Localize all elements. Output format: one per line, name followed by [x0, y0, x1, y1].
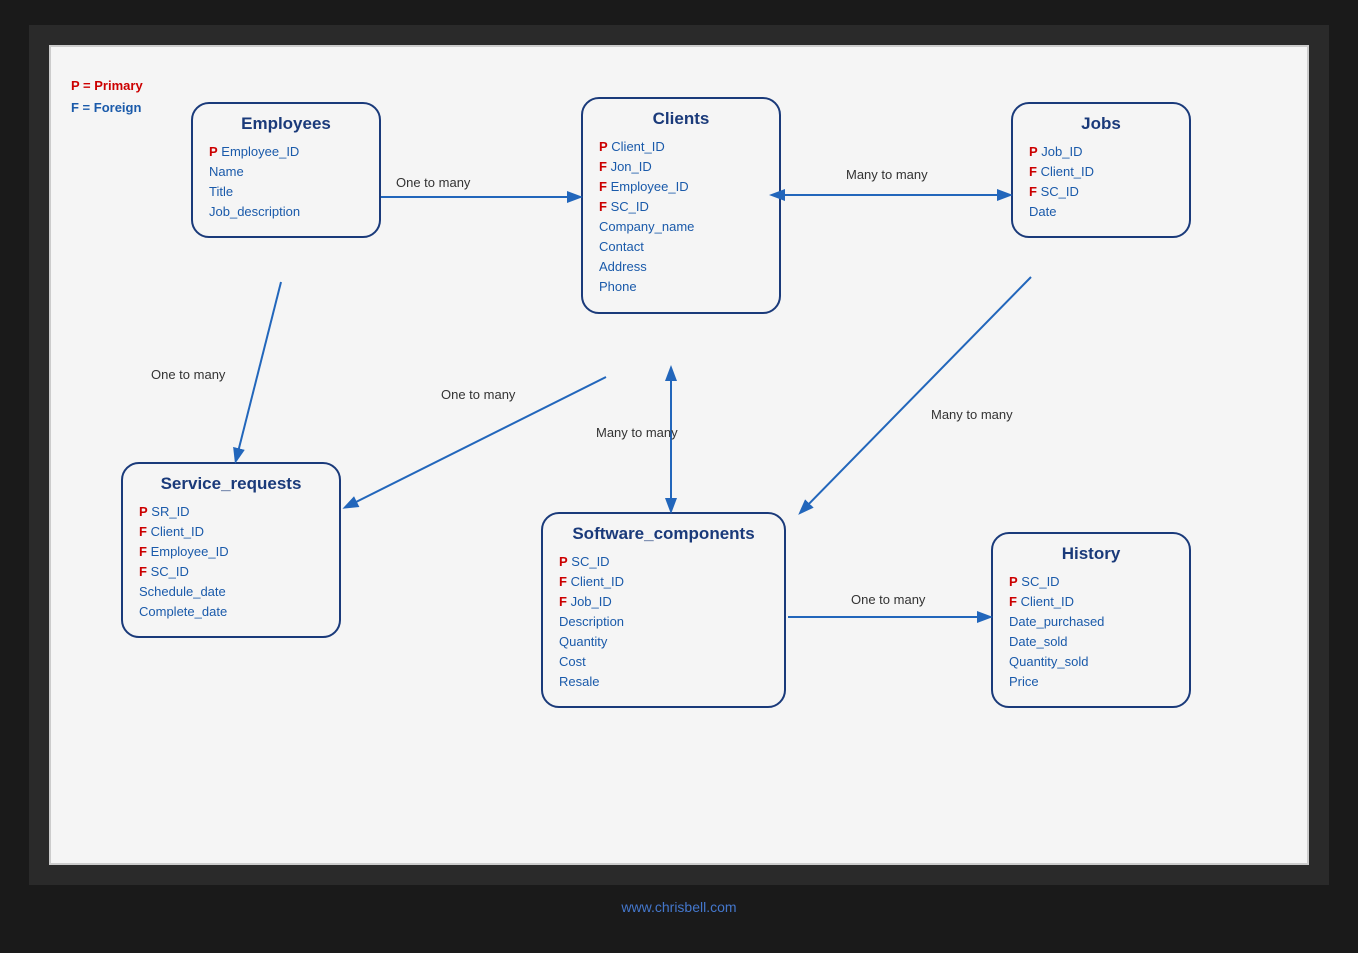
label-clients-sc: Many to many [596, 425, 678, 440]
history-fields: P SC_ID F Client_ID Date_purchased Date_… [1009, 572, 1173, 693]
clients-title: Clients [599, 109, 763, 129]
employees-fields: P Employee_ID Name Title Job_description [209, 142, 363, 223]
label-emp-clients: One to many [396, 175, 470, 190]
service-requests-title: Service_requests [139, 474, 323, 494]
employees-title: Employees [209, 114, 363, 134]
table-jobs: Jobs P Job_ID F Client_ID F SC_ID Date [1011, 102, 1191, 239]
service-requests-fields: P SR_ID F Client_ID F Employee_ID F SC_I… [139, 502, 323, 623]
label-clients-sr: One to many [441, 387, 515, 402]
table-employees: Employees P Employee_ID Name Title Job_d… [191, 102, 381, 239]
table-clients: Clients P Client_ID F Jon_ID F Employee_… [581, 97, 781, 314]
jobs-fields: P Job_ID F Client_ID F SC_ID Date [1029, 142, 1173, 223]
footer: www.chrisbell.com [0, 885, 1358, 929]
software-components-fields: P SC_ID F Client_ID F Job_ID Description… [559, 552, 768, 693]
legend: P = Primary F = Foreign [71, 75, 143, 119]
table-software-components: Software_components P SC_ID F Client_ID … [541, 512, 786, 709]
jobs-title: Jobs [1029, 114, 1173, 134]
clients-fields: P Client_ID F Jon_ID F Employee_ID F SC_… [599, 137, 763, 298]
table-service-requests: Service_requests P SR_ID F Client_ID F E… [121, 462, 341, 639]
footer-url: www.chrisbell.com [621, 899, 736, 915]
software-components-title: Software_components [559, 524, 768, 544]
label-sc-history: One to many [851, 592, 925, 607]
label-emp-sr: One to many [151, 367, 225, 382]
label-jobs-sc: Many to many [931, 407, 1013, 422]
history-title: History [1009, 544, 1173, 564]
legend-f: F = Foreign [71, 100, 141, 115]
table-history: History P SC_ID F Client_ID Date_purchas… [991, 532, 1191, 709]
legend-p: P = Primary [71, 78, 143, 93]
arrow-jobs-sc [801, 277, 1031, 512]
outer-container: P = Primary F = Foreign Employees P Empl… [29, 25, 1329, 885]
arrow-emp-sr [236, 282, 281, 460]
diagram-area: P = Primary F = Foreign Employees P Empl… [49, 45, 1309, 865]
label-clients-jobs: Many to many [846, 167, 928, 182]
